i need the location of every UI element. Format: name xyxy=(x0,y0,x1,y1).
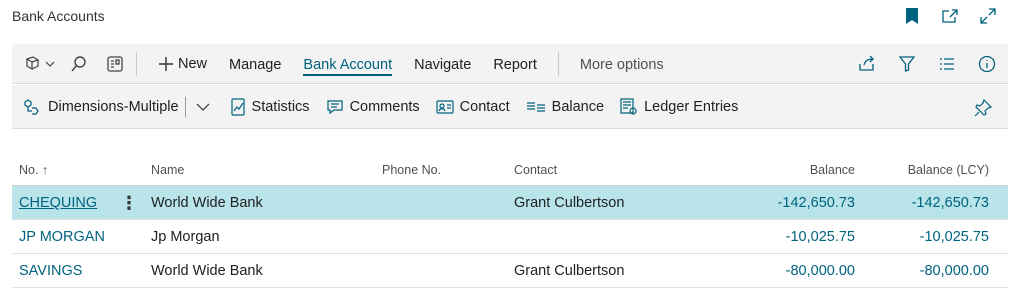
bank-accounts-table: No. ↑ Name Phone No. Contact Balance Bal… xyxy=(12,150,1008,288)
column-header-balance-lcy[interactable]: Balance (LCY) xyxy=(908,150,989,190)
row-menu-icon[interactable]: ⋮ xyxy=(120,186,138,220)
account-no-link[interactable]: JP MORGAN xyxy=(19,229,105,245)
table-row[interactable]: SAVINGS World Wide Bank Grant Culbertson… xyxy=(12,254,1008,288)
manage-menu[interactable]: Manage xyxy=(218,44,292,84)
title-bar: Bank Accounts xyxy=(0,0,1012,44)
action-bar: New Manage Bank Account Navigate Report … xyxy=(12,44,1008,84)
more-options-menu[interactable]: More options xyxy=(569,44,675,84)
account-no-link[interactable]: SAVINGS xyxy=(19,263,82,279)
contact-cell: Grant Culbertson xyxy=(514,195,625,211)
ledger-entries-label: Ledger Entries xyxy=(644,99,739,115)
search-icon[interactable] xyxy=(68,53,90,75)
open-new-window-icon[interactable] xyxy=(940,6,960,26)
statistics-button[interactable]: Statistics xyxy=(228,85,324,129)
new-button-label: New xyxy=(178,56,208,72)
account-no-cell[interactable]: SAVINGS xyxy=(19,254,82,288)
column-header-contact[interactable]: Contact xyxy=(514,150,557,190)
account-name-cell: World Wide Bank xyxy=(151,195,263,211)
split-divider xyxy=(184,97,186,117)
share-icon[interactable] xyxy=(856,53,878,75)
column-header-balance[interactable]: Balance xyxy=(810,150,855,190)
new-button[interactable]: New xyxy=(147,44,218,84)
comments-label: Comments xyxy=(349,99,420,115)
filter-icon[interactable] xyxy=(896,53,918,75)
list-view-icon[interactable] xyxy=(104,53,126,75)
column-header-phone[interactable]: Phone No. xyxy=(382,150,441,190)
comments-button[interactable]: Comments xyxy=(324,85,434,129)
balance-cell[interactable]: -80,000.00 xyxy=(786,254,855,288)
column-header-name[interactable]: Name xyxy=(151,150,184,190)
account-name-cell: Jp Morgan xyxy=(151,229,220,245)
contact-button[interactable]: Contact xyxy=(434,85,524,129)
contact-cell: Grant Culbertson xyxy=(514,263,625,279)
report-menu[interactable]: Report xyxy=(482,44,548,84)
balance-lcy-cell[interactable]: -80,000.00 xyxy=(920,254,989,288)
bank-account-menu[interactable]: Bank Account xyxy=(292,44,403,84)
ledger-entries-button[interactable]: Ledger Entries xyxy=(618,85,752,129)
column-header-no[interactable]: No. ↑ xyxy=(19,150,48,190)
expand-icon[interactable] xyxy=(978,6,998,26)
table-header: No. ↑ Name Phone No. Contact Balance Bal… xyxy=(12,150,1008,186)
bookmark-icon[interactable] xyxy=(902,6,922,26)
account-no-cell[interactable]: CHEQUING xyxy=(19,186,97,220)
balance-label: Balance xyxy=(551,99,605,115)
dimensions-multiple-label: Dimensions-Multiple xyxy=(48,99,179,115)
chevron-down-icon[interactable] xyxy=(192,96,214,118)
list-icon[interactable] xyxy=(936,53,958,75)
info-icon[interactable] xyxy=(976,53,998,75)
page-title: Bank Accounts xyxy=(12,8,105,24)
balance-lcy-cell[interactable]: -10,025.75 xyxy=(920,220,989,254)
sub-action-bar: Dimensions-Multiple Statistics Comments … xyxy=(12,85,1008,129)
balance-lcy-cell[interactable]: -142,650.73 xyxy=(912,186,989,220)
navigate-menu[interactable]: Navigate xyxy=(403,44,482,84)
title-actions xyxy=(902,6,998,26)
statistics-label: Statistics xyxy=(251,99,310,115)
balance-cell[interactable]: -10,025.75 xyxy=(786,220,855,254)
account-name-cell: World Wide Bank xyxy=(151,263,263,279)
contact-label: Contact xyxy=(459,99,510,115)
table-row[interactable]: CHEQUING ⋮ World Wide Bank Grant Culbert… xyxy=(12,186,1008,220)
dimensions-multiple-button[interactable]: Dimensions-Multiple xyxy=(22,85,183,129)
analysis-mode-icon[interactable] xyxy=(22,53,58,75)
balance-button[interactable]: Balance xyxy=(524,85,618,129)
table-row[interactable]: JP MORGAN Jp Morgan -10,025.75 -10,025.7… xyxy=(12,220,1008,254)
toolbar-divider xyxy=(557,52,559,76)
balance-cell[interactable]: -142,650.73 xyxy=(778,186,855,220)
pin-icon[interactable] xyxy=(972,97,994,119)
account-no-link[interactable]: CHEQUING xyxy=(19,195,97,211)
account-no-cell[interactable]: JP MORGAN xyxy=(19,220,105,254)
toolbar-divider xyxy=(136,52,137,76)
